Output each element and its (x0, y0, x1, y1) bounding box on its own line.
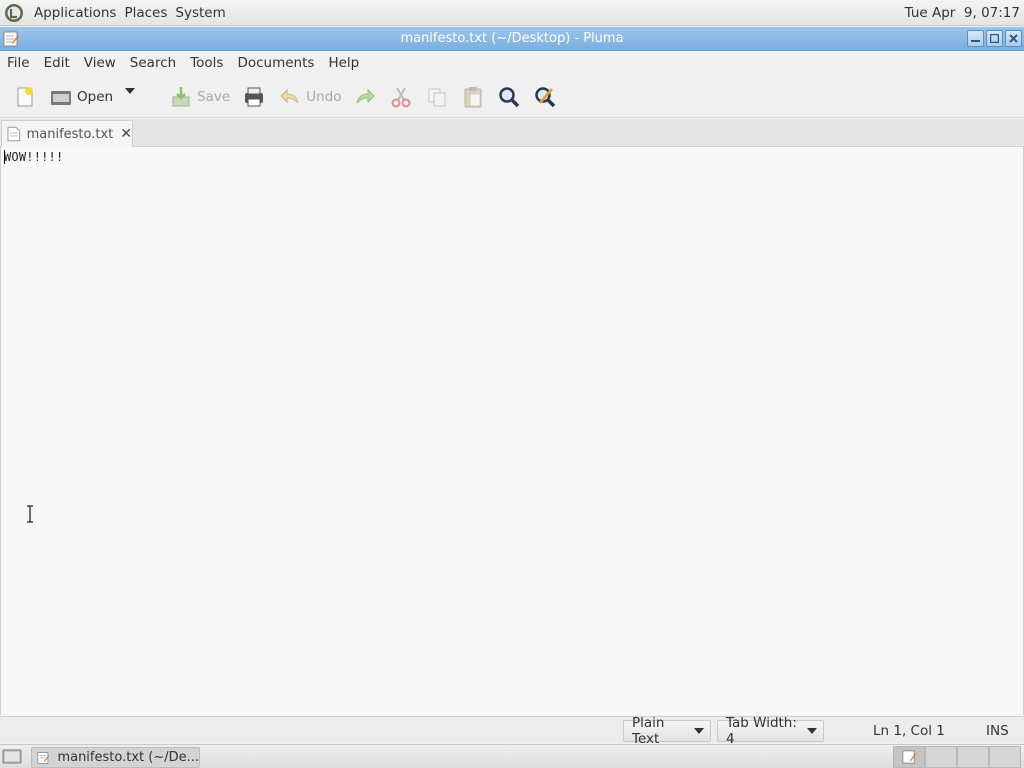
workspace-1[interactable] (893, 746, 925, 768)
language-dropdown[interactable]: Plain Text (623, 715, 711, 747)
redo-button[interactable] (348, 81, 382, 113)
paste-icon (464, 86, 482, 107)
new-button[interactable] (8, 81, 42, 113)
open-button[interactable]: Open (44, 81, 118, 113)
print-icon (245, 87, 264, 106)
save-label: Save (197, 88, 231, 105)
chevron-down-icon (807, 728, 817, 734)
undo-button[interactable]: Undo (273, 81, 346, 113)
cut-icon (391, 86, 411, 107)
menubar: File Edit View Search Tools Documents He… (0, 52, 1024, 74)
search-icon (499, 86, 520, 107)
toolbar: Open Save Undo (0, 76, 1024, 118)
tab-close-icon[interactable]: ✕ (120, 126, 132, 142)
menu-edit[interactable]: Edit (37, 55, 77, 71)
chevron-down-icon (694, 728, 704, 734)
find-replace-icon (535, 86, 556, 107)
open-recent-dropdown[interactable] (120, 81, 152, 113)
window-titlebar[interactable]: manifesto.txt (~/Desktop) - Pluma (0, 27, 1024, 51)
workspace-switcher (893, 746, 1023, 768)
save-button[interactable]: Save (164, 81, 235, 113)
editor-content[interactable]: WOW!!!!! (4, 150, 63, 164)
language-label: Plain Text (632, 715, 665, 747)
close-button[interactable] (1005, 30, 1022, 47)
undo-icon (280, 88, 299, 103)
workspace-2[interactable] (925, 746, 957, 768)
document-tabs: manifesto.txt ✕ (0, 119, 1024, 147)
taskbar-window-label: manifesto.txt (~/De... (57, 750, 199, 765)
system-menu[interactable]: System (171, 5, 229, 21)
copy-button[interactable] (420, 81, 454, 113)
ibeam-cursor-icon (27, 505, 33, 523)
mate-logo-icon[interactable] (4, 3, 24, 23)
tab-label: manifesto.txt (26, 126, 114, 142)
pluma-app-icon[interactable] (3, 31, 19, 47)
cursor-position: Ln 1, Col 1 (873, 723, 945, 739)
menu-search[interactable]: Search (123, 55, 183, 71)
print-button[interactable] (237, 81, 271, 113)
close-icon (1009, 34, 1018, 43)
text-document-icon (7, 126, 21, 142)
minimize-button[interactable] (967, 30, 984, 47)
pluma-app-icon (37, 751, 50, 764)
places-menu[interactable]: Places (120, 5, 171, 21)
text-caret (4, 150, 5, 164)
window-controls (967, 30, 1022, 47)
save-icon (172, 86, 190, 106)
bottom-panel: manifesto.txt (~/De... (0, 744, 1024, 768)
new-document-icon (17, 86, 33, 106)
menu-help[interactable]: Help (321, 55, 366, 71)
maximize-icon (990, 34, 999, 43)
tab-manifesto[interactable]: manifesto.txt ✕ (1, 120, 133, 147)
menu-file[interactable]: File (0, 55, 37, 71)
copy-icon (428, 88, 446, 106)
clock[interactable]: Tue Apr 9, 07:17 (905, 5, 1020, 21)
chevron-down-icon (125, 87, 136, 94)
find-button[interactable] (492, 81, 526, 113)
minimize-icon (971, 40, 980, 42)
pluma-app-icon (902, 750, 916, 764)
text-editor[interactable]: WOW!!!!! (0, 147, 1024, 715)
menu-documents[interactable]: Documents (230, 55, 321, 71)
taskbar-window-button[interactable]: manifesto.txt (~/De... (31, 747, 200, 768)
redo-icon (356, 88, 376, 103)
open-label: Open (77, 88, 114, 105)
applications-menu[interactable]: Applications (30, 5, 120, 21)
top-panel: Applications Places System Tue Apr 9, 07… (0, 0, 1024, 26)
menu-tools[interactable]: Tools (183, 55, 230, 71)
workspace-3[interactable] (957, 746, 989, 768)
window-title: manifesto.txt (~/Desktop) - Pluma (400, 31, 624, 46)
show-desktop-icon[interactable] (2, 748, 22, 766)
tab-width-dropdown[interactable]: Tab Width: 4 (717, 715, 824, 747)
cut-button[interactable] (384, 81, 418, 113)
workspace-4[interactable] (989, 746, 1021, 768)
tab-width-label: Tab Width: 4 (726, 715, 797, 747)
open-folder-icon (51, 90, 71, 105)
undo-label: Undo (306, 88, 342, 105)
insert-mode: INS (986, 723, 1009, 739)
statusbar: Plain Text Tab Width: 4 Ln 1, Col 1 INS (0, 715, 1024, 747)
menu-view[interactable]: View (77, 55, 123, 71)
find-replace-button[interactable] (528, 81, 562, 113)
paste-button[interactable] (456, 81, 490, 113)
maximize-button[interactable] (986, 30, 1003, 47)
